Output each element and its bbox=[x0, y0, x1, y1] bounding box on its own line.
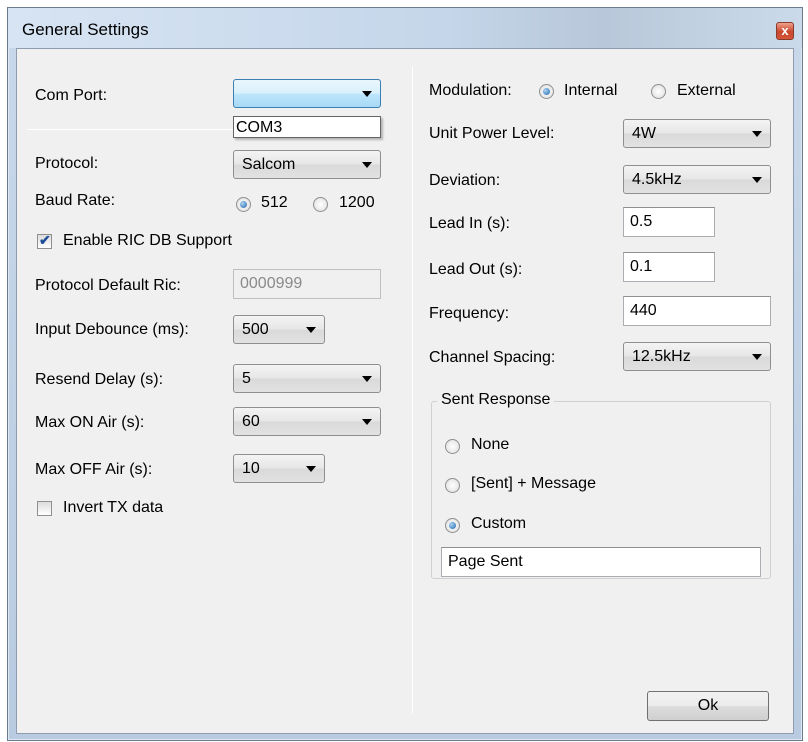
input-debounce-select[interactable]: 500 bbox=[233, 315, 325, 344]
baud-rate-label: Baud Rate: bbox=[35, 192, 116, 209]
input-debounce-value: 500 bbox=[242, 321, 269, 338]
chevron-down-icon bbox=[362, 91, 372, 97]
com-port-separator bbox=[27, 129, 233, 130]
custom-response-field[interactable] bbox=[441, 547, 761, 577]
ok-button[interactable]: Ok bbox=[647, 691, 769, 721]
sent-none-radio[interactable] bbox=[445, 439, 460, 454]
max-off-air-value: 10 bbox=[242, 460, 260, 477]
max-on-air-select[interactable]: 60 bbox=[233, 407, 381, 436]
enable-ric-label: Enable RIC DB Support bbox=[63, 232, 232, 249]
invert-tx-checkbox[interactable] bbox=[37, 501, 52, 516]
chevron-down-icon bbox=[752, 354, 762, 360]
lead-in-label: Lead In (s): bbox=[429, 215, 510, 232]
chevron-down-icon bbox=[306, 327, 316, 333]
unit-power-select[interactable]: 4W bbox=[623, 119, 771, 148]
channel-spacing-label: Channel Spacing: bbox=[429, 349, 556, 366]
chevron-down-icon bbox=[362, 162, 372, 168]
unit-power-value: 4W bbox=[632, 125, 656, 142]
general-settings-window: General Settings x Com Port: COM3 Protoc… bbox=[7, 7, 803, 741]
channel-spacing-value: 12.5kHz bbox=[632, 348, 691, 365]
chevron-down-icon bbox=[752, 131, 762, 137]
max-off-air-label: Max OFF Air (s): bbox=[35, 461, 153, 478]
protocol-ric-label: Protocol Default Ric: bbox=[35, 277, 181, 294]
custom-response-input[interactable] bbox=[442, 548, 760, 576]
title-bar[interactable]: General Settings x bbox=[8, 8, 802, 48]
modulation-internal-label: Internal bbox=[564, 82, 618, 99]
protocol-ric-field[interactable] bbox=[233, 269, 381, 299]
baud-512-radio[interactable] bbox=[236, 197, 251, 212]
close-button[interactable]: x bbox=[776, 22, 794, 40]
modulation-external-label: External bbox=[677, 82, 736, 99]
chevron-down-icon bbox=[752, 177, 762, 183]
max-on-air-value: 60 bbox=[242, 413, 260, 430]
lead-in-input[interactable] bbox=[624, 208, 714, 236]
protocol-select[interactable]: Salcom bbox=[233, 150, 381, 179]
lead-in-field[interactable] bbox=[623, 207, 715, 237]
com-port-select[interactable] bbox=[233, 79, 381, 108]
lead-out-field[interactable] bbox=[623, 252, 715, 282]
enable-ric-checkbox[interactable]: ✔ bbox=[37, 232, 52, 249]
resend-delay-select[interactable]: 5 bbox=[233, 364, 381, 393]
deviation-select[interactable]: 4.5kHz bbox=[623, 165, 771, 194]
sent-none-label: None bbox=[471, 436, 510, 453]
frequency-field[interactable] bbox=[623, 296, 771, 326]
resend-delay-label: Resend Delay (s): bbox=[35, 371, 164, 388]
sent-custom-radio[interactable] bbox=[445, 518, 460, 533]
input-debounce-label: Input Debounce (ms): bbox=[35, 321, 189, 338]
close-icon: x bbox=[781, 23, 789, 38]
modulation-label: Modulation: bbox=[429, 82, 512, 99]
unit-power-label: Unit Power Level: bbox=[429, 125, 555, 142]
settings-panel: Com Port: COM3 Protocol: Salcom Baud Rat… bbox=[16, 48, 794, 734]
com-port-dropdown: COM3 bbox=[233, 116, 381, 138]
deviation-value: 4.5kHz bbox=[632, 171, 682, 188]
baud-1200-radio[interactable] bbox=[313, 197, 328, 212]
protocol-ric-input[interactable] bbox=[234, 270, 380, 298]
sent-response-legend: Sent Response bbox=[437, 391, 555, 409]
com-port-label: Com Port: bbox=[35, 87, 108, 104]
modulation-external-radio[interactable] bbox=[651, 84, 666, 99]
chevron-down-icon bbox=[306, 466, 316, 472]
sent-custom-label: Custom bbox=[471, 515, 527, 532]
resend-delay-value: 5 bbox=[242, 370, 251, 387]
sent-message-radio[interactable] bbox=[445, 478, 460, 493]
frequency-input[interactable] bbox=[624, 297, 770, 325]
protocol-label: Protocol: bbox=[35, 155, 99, 172]
baud-1200-label: 1200 bbox=[339, 194, 375, 211]
modulation-internal-radio[interactable] bbox=[539, 84, 554, 99]
channel-spacing-select[interactable]: 12.5kHz bbox=[623, 342, 771, 371]
frequency-label: Frequency: bbox=[429, 305, 510, 322]
invert-tx-label: Invert TX data bbox=[63, 499, 164, 516]
chevron-down-icon bbox=[362, 376, 372, 382]
max-off-air-select[interactable]: 10 bbox=[233, 454, 325, 483]
ok-button-label: Ok bbox=[697, 697, 719, 714]
com-port-option-com3[interactable]: COM3 bbox=[236, 119, 282, 137]
sent-message-label: [Sent] + Message bbox=[471, 475, 596, 492]
lead-out-input[interactable] bbox=[624, 253, 714, 281]
chevron-down-icon bbox=[362, 419, 372, 425]
checkmark-icon: ✔ bbox=[39, 232, 51, 248]
protocol-value: Salcom bbox=[242, 156, 296, 173]
lead-out-label: Lead Out (s): bbox=[429, 261, 523, 278]
column-separator bbox=[412, 67, 413, 713]
window-title: General Settings bbox=[22, 20, 149, 39]
max-on-air-label: Max ON Air (s): bbox=[35, 414, 145, 431]
deviation-label: Deviation: bbox=[429, 172, 501, 189]
baud-512-label: 512 bbox=[261, 194, 288, 211]
